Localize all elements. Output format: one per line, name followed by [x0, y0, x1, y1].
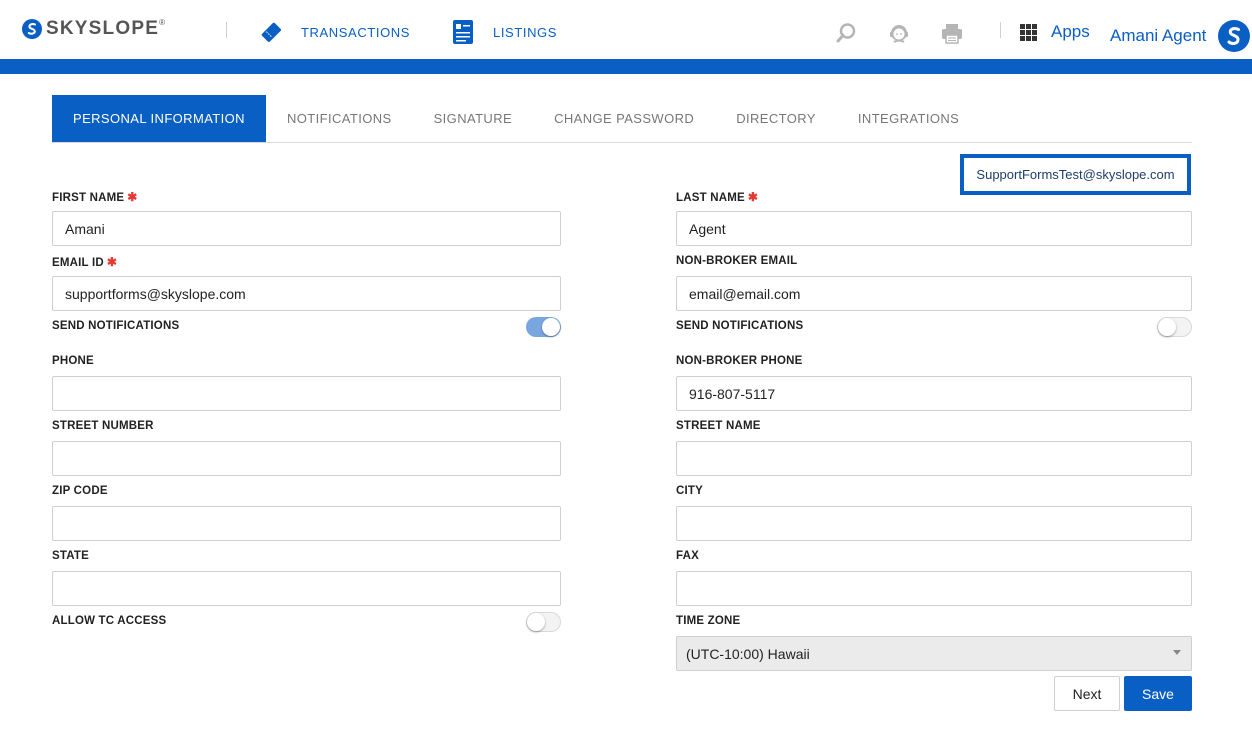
phone-label: PHONE: [52, 355, 94, 367]
support-agent-icon[interactable]: [887, 21, 911, 45]
required-asterisk: ✱: [127, 190, 138, 204]
apps-label: Apps: [1051, 22, 1090, 41]
next-button[interactable]: Next: [1054, 676, 1120, 711]
street-name-input[interactable]: [676, 441, 1192, 476]
email-id-label: EMAIL ID ✱: [52, 255, 118, 269]
non-broker-phone-input[interactable]: [676, 376, 1192, 411]
user-name: Amani Agent: [1110, 26, 1207, 45]
top-navigation-bar: SKYSLOPE® TRANSACTIONS LISTINGS Apps Ama…: [0, 0, 1252, 59]
avatar: [1218, 20, 1251, 52]
zip-code-label: ZIP CODE: [52, 485, 108, 497]
user-menu[interactable]: Amani Agent: [1110, 20, 1251, 52]
toggle-knob: [1158, 318, 1176, 336]
time-zone-label: TIME ZONE: [676, 615, 741, 627]
allow-tc-access-label: ALLOW TC ACCESS: [52, 615, 167, 627]
skyslope-avatar-icon: [1227, 27, 1241, 45]
time-zone-select[interactable]: (UTC-10:00) Hawaii: [676, 636, 1192, 671]
apps-grid-icon: [1020, 23, 1037, 41]
tab-integrations[interactable]: INTEGRATIONS: [837, 95, 980, 142]
fax-input[interactable]: [676, 571, 1192, 606]
nav-listings-label: LISTINGS: [493, 24, 558, 40]
search-icon[interactable]: [834, 21, 858, 45]
required-asterisk: ✱: [747, 190, 759, 204]
header-divider: [1000, 22, 1001, 38]
city-label: CITY: [676, 485, 703, 497]
send-notifications-toggle[interactable]: [526, 317, 561, 337]
non-broker-email-input[interactable]: [676, 276, 1192, 311]
fax-label: FAX: [676, 550, 699, 562]
street-number-input[interactable]: [52, 441, 561, 476]
last-name-label: LAST NAME ✱: [676, 190, 759, 204]
tab-personal-information[interactable]: PERSONAL INFORMATION: [52, 95, 266, 142]
skyslope-logo-icon: [22, 19, 42, 39]
state-label: STATE: [52, 550, 89, 562]
nav-transactions[interactable]: TRANSACTIONS: [258, 19, 410, 45]
city-input[interactable]: [676, 506, 1192, 541]
state-input[interactable]: [52, 571, 561, 606]
toggle-knob: [542, 318, 560, 336]
logo-text: SKYSLOPE®: [46, 18, 167, 39]
time-zone-value: (UTC-10:00) Hawaii: [686, 645, 810, 662]
tab-signature[interactable]: SIGNATURE: [413, 95, 533, 142]
apps-menu[interactable]: Apps: [1020, 22, 1090, 42]
settings-tabs: PERSONAL INFORMATION NOTIFICATIONS SIGNA…: [52, 95, 1192, 143]
printer-icon[interactable]: [940, 21, 964, 45]
ticket-icon: [261, 22, 281, 42]
first-name-input[interactable]: [52, 211, 561, 246]
phone-input[interactable]: [52, 376, 561, 411]
nav-listings[interactable]: LISTINGS: [450, 19, 557, 45]
send-notifications-label: SEND NOTIFICATIONS: [676, 320, 804, 332]
non-broker-send-notifications-toggle[interactable]: [1157, 317, 1192, 337]
account-email-display: SupportFormsTest@skyslope.com: [960, 154, 1191, 195]
toggle-knob: [527, 613, 545, 631]
skyslope-logo[interactable]: SKYSLOPE®: [22, 18, 166, 40]
non-broker-phone-label: NON-BROKER PHONE: [676, 355, 803, 367]
last-name-input[interactable]: [676, 211, 1192, 246]
chevron-down-icon: [1173, 650, 1181, 655]
allow-tc-access-toggle[interactable]: [526, 612, 561, 632]
non-broker-email-label: NON-BROKER EMAIL: [676, 255, 798, 267]
zip-code-input[interactable]: [52, 506, 561, 541]
tab-notifications[interactable]: NOTIFICATIONS: [266, 95, 413, 142]
street-number-label: STREET NUMBER: [52, 420, 154, 432]
header-accent-band: [0, 59, 1252, 74]
tab-change-password[interactable]: CHANGE PASSWORD: [533, 95, 715, 142]
tab-directory[interactable]: DIRECTORY: [715, 95, 837, 142]
save-button[interactable]: Save: [1124, 676, 1192, 711]
header-divider: [226, 22, 227, 38]
listing-document-icon: [453, 20, 473, 44]
street-name-label: STREET NAME: [676, 420, 761, 432]
nav-transactions-label: TRANSACTIONS: [301, 24, 411, 40]
required-asterisk: ✱: [106, 255, 118, 269]
send-notifications-label: SEND NOTIFICATIONS: [52, 320, 180, 332]
first-name-label: FIRST NAME ✱: [52, 190, 138, 204]
email-id-input[interactable]: [52, 276, 561, 311]
